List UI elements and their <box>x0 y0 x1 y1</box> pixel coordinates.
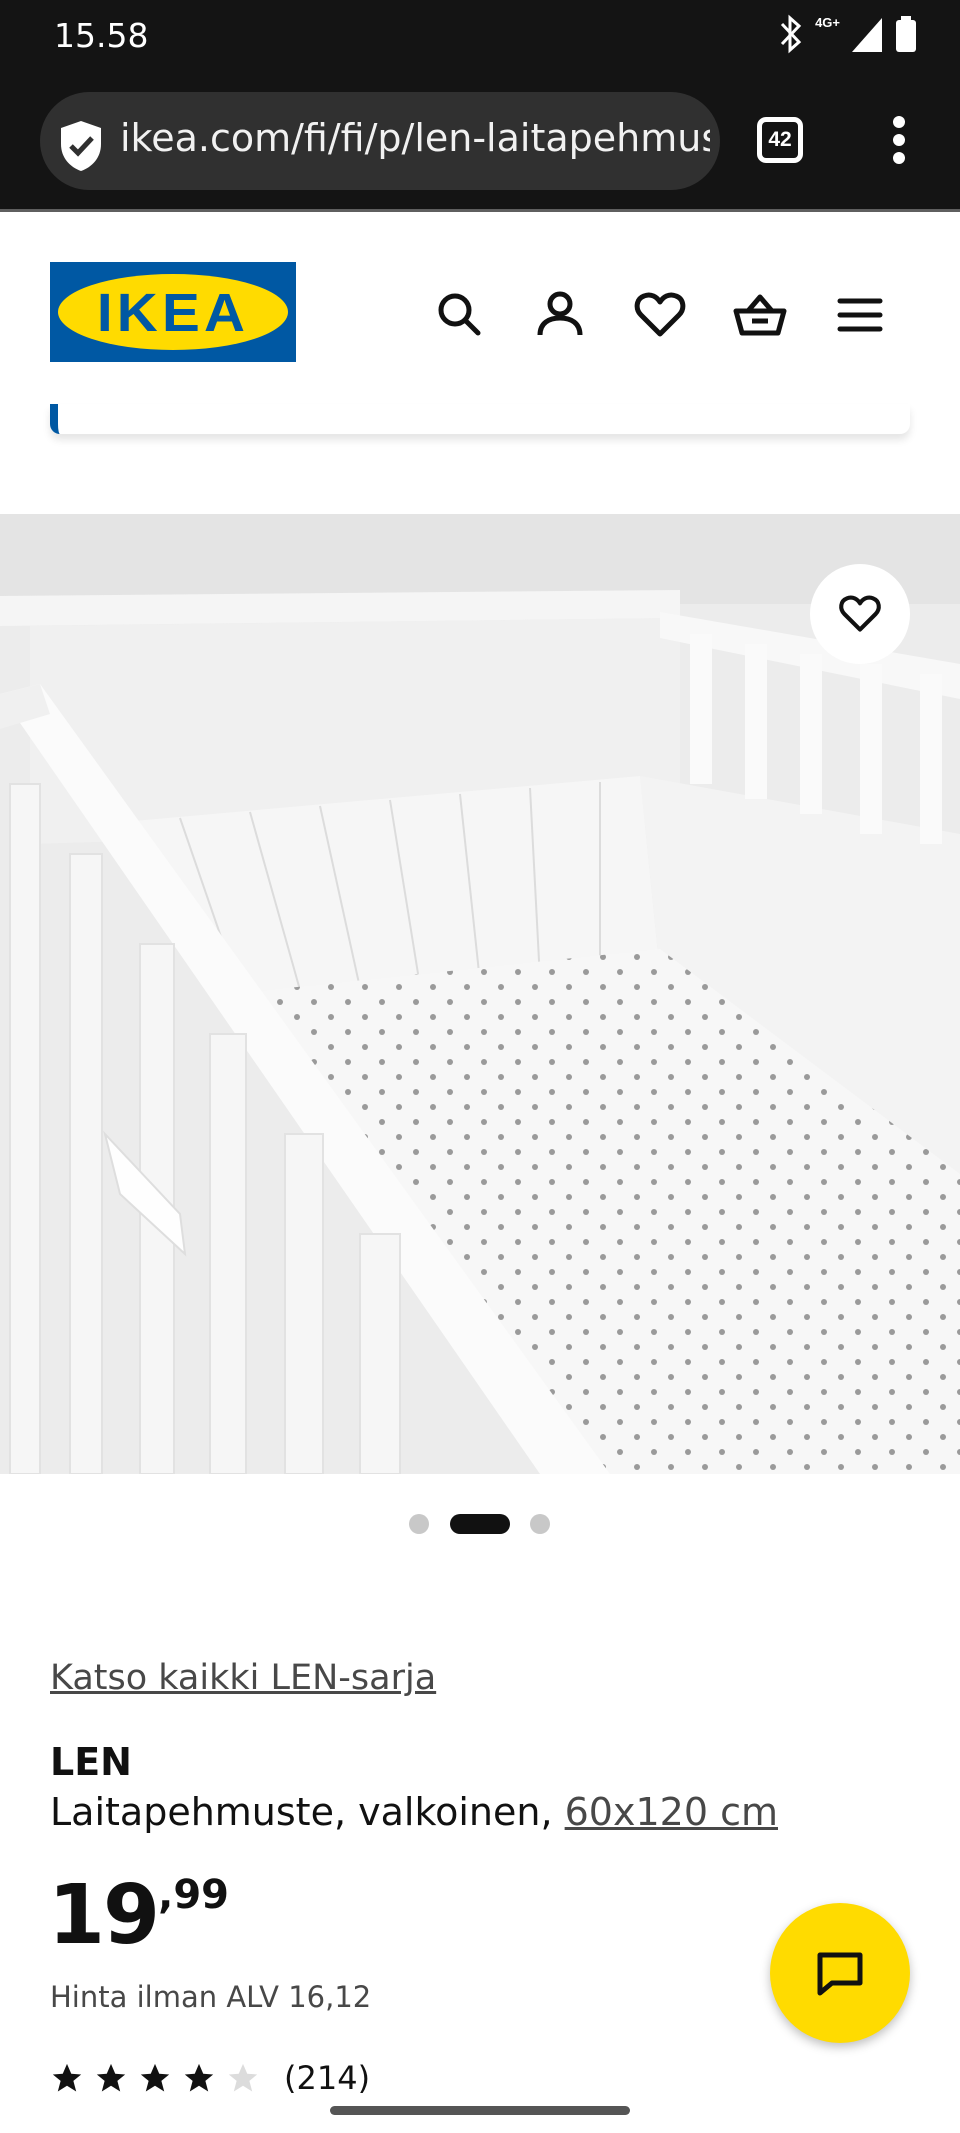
site-header: IKEA <box>0 212 960 410</box>
home-indicator[interactable] <box>330 2106 630 2115</box>
price-excl-vat: Hinta ilman ALV 16,12 <box>50 1980 372 2014</box>
ikea-logo[interactable]: IKEA <box>50 262 296 362</box>
rating-stars <box>50 2061 260 2095</box>
add-to-favourites-button[interactable] <box>810 564 910 664</box>
logo-wordmark: IKEA <box>96 283 250 343</box>
gallery-pagination <box>0 1512 960 1536</box>
review-count[interactable]: (214) <box>284 2059 370 2097</box>
star-filled-icon <box>184 2063 214 2092</box>
crib-bumper-photo <box>0 514 960 1474</box>
shield-check-icon[interactable] <box>56 118 106 174</box>
status-icons: 4G+ <box>777 14 918 54</box>
more-options-icon[interactable] <box>882 112 916 168</box>
size-link[interactable]: 60x120 cm <box>565 1790 778 1834</box>
tab-switcher-button[interactable]: 42 <box>757 117 803 163</box>
gallery-dot[interactable] <box>409 1514 429 1534</box>
series-link[interactable]: Katso kaikki LEN-sarja <box>50 1658 436 1698</box>
rating[interactable]: (214) <box>50 2058 370 2098</box>
battery-icon <box>896 16 916 52</box>
star-filled-icon <box>140 2063 170 2092</box>
price-decimal: ,99 <box>158 1872 229 1918</box>
price: 19,99 <box>48 1868 229 1963</box>
cart-icon[interactable] <box>732 287 788 343</box>
chat-icon <box>817 1952 863 1996</box>
gallery-dot-active[interactable] <box>450 1514 510 1534</box>
star-empty-icon <box>228 2063 258 2092</box>
heart-icon[interactable] <box>632 287 688 343</box>
star-filled-icon <box>96 2063 126 2092</box>
address-bar[interactable]: ikea.com/fi/fi/p/len-laitapehmuste-valko… <box>40 92 720 190</box>
notice-banner <box>50 404 910 434</box>
browser-toolbar: ikea.com/fi/fi/p/len-laitapehmuste-valko… <box>0 72 960 212</box>
product-name: LEN <box>50 1740 132 1784</box>
url-text[interactable]: ikea.com/fi/fi/p/len-laitapehmuste-valko… <box>120 116 710 160</box>
menu-icon[interactable] <box>832 287 888 343</box>
network-label: 4G+ <box>815 14 840 30</box>
product-description-text: Laitapehmuste, valkoinen, <box>50 1790 565 1834</box>
product-image[interactable] <box>0 514 960 1474</box>
bluetooth-icon <box>780 14 802 54</box>
product-description: Laitapehmuste, valkoinen, 60x120 cm <box>50 1790 778 1834</box>
profile-icon[interactable] <box>532 287 588 343</box>
chat-button[interactable] <box>770 1903 910 2043</box>
gallery-dot[interactable] <box>530 1514 550 1534</box>
search-icon[interactable] <box>432 287 488 343</box>
clock: 15.58 <box>54 16 149 55</box>
status-bar: 15.58 4G+ <box>0 0 960 72</box>
signal-icon <box>852 18 882 52</box>
heart-icon <box>839 595 881 632</box>
star-filled-icon <box>52 2063 82 2092</box>
price-integer: 19 <box>48 1868 160 1963</box>
